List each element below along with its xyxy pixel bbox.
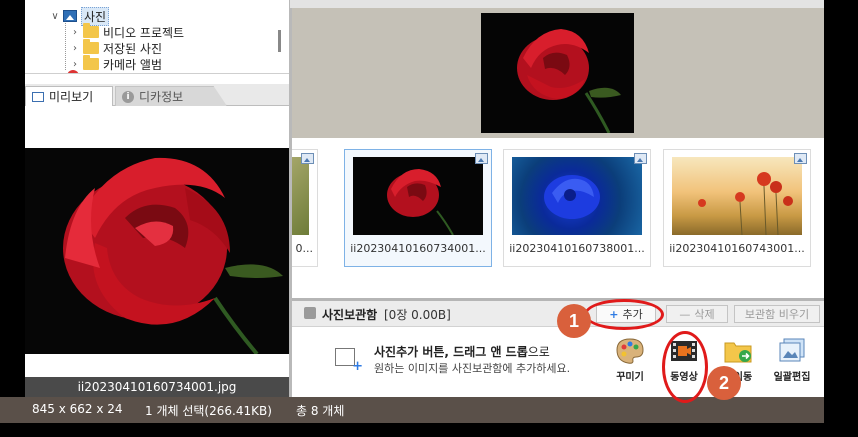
annotation-highlight-video bbox=[662, 331, 708, 403]
add-photo-icon bbox=[335, 348, 363, 374]
rose-photo bbox=[63, 157, 283, 354]
thumbnail-item[interactable]: ii20230410160743001... bbox=[663, 149, 811, 267]
folder-icon bbox=[83, 23, 99, 38]
tab-label: 디카정보 bbox=[139, 90, 184, 104]
delete-button[interactable]: — 삭제 bbox=[666, 305, 728, 323]
thumbnail-item-partial[interactable]: 0... bbox=[292, 149, 318, 267]
album-count: [0장 0.00B] bbox=[384, 308, 451, 322]
drop-hint-bold: 사진추가 버튼, 드래그 앤 드롭 bbox=[374, 345, 528, 359]
annotation-step-2: 2 bbox=[707, 366, 741, 400]
folder-icon bbox=[83, 39, 99, 54]
preview-image bbox=[25, 148, 289, 354]
image-type-icon bbox=[634, 153, 647, 164]
status-dimensions: 845 x 662 x 24 bbox=[32, 402, 123, 416]
status-selection: 1 개체 선택(266.41KB) bbox=[145, 404, 272, 418]
album-title: 사진보관함 bbox=[322, 308, 378, 322]
tab-camera-info[interactable]: i 디카정보 bbox=[115, 86, 227, 106]
thumbnail-item[interactable]: ii20230410160738001... bbox=[503, 149, 651, 267]
image-type-icon bbox=[301, 153, 314, 164]
thumbnail-image bbox=[672, 157, 802, 235]
annotation-step-1: 1 bbox=[557, 304, 591, 338]
preview-filename: ii20230410160734001.jpg bbox=[25, 377, 289, 397]
thumbnail-image bbox=[292, 157, 309, 235]
preview-tabs: 미리보기 i 디카정보 bbox=[25, 84, 289, 106]
preview-icon bbox=[32, 91, 44, 102]
batch-edit-button[interactable]: 일괄편집 bbox=[770, 337, 814, 383]
chevron-down-icon[interactable]: ∨ bbox=[49, 11, 61, 22]
top-strip bbox=[290, 0, 824, 8]
decorate-button[interactable]: 꾸미기 bbox=[608, 337, 652, 383]
tree-item-label: 비디오 프로젝트 bbox=[103, 25, 185, 40]
preview-pane bbox=[25, 106, 289, 376]
thumbnail-image bbox=[353, 157, 483, 235]
drop-hint-line2: 원하는 이미지를 사진보관함에 추가하세요. bbox=[374, 362, 571, 375]
annotation-highlight-add bbox=[584, 299, 664, 330]
large-view-photo bbox=[481, 13, 634, 133]
chevron-right-icon[interactable]: › bbox=[69, 27, 81, 38]
drop-hint-line1: 사진추가 버튼, 드래그 앤 드롭으로 bbox=[374, 343, 550, 360]
info-icon: i bbox=[122, 90, 134, 103]
move-folder-icon bbox=[723, 337, 753, 365]
window-edge bbox=[824, 0, 858, 437]
thumbnail-caption: ii20230410160743001... bbox=[669, 242, 805, 255]
thumbnail-image bbox=[512, 157, 642, 235]
tool-label: 일괄편집 bbox=[773, 372, 811, 383]
thumbnail-caption: 0... bbox=[295, 242, 314, 255]
tab-preview[interactable]: 미리보기 bbox=[25, 86, 113, 106]
tool-label: 꾸미기 bbox=[616, 372, 644, 383]
thumbnail-item[interactable]: ii20230410160734001... bbox=[344, 149, 492, 267]
tree-scrollbar[interactable] bbox=[278, 30, 281, 52]
batch-edit-icon bbox=[777, 337, 807, 365]
left-panel: ∨ 사진 › 비디오 프로젝트 › 저장된 사진 › 카메라 앨범 미리보기 i bbox=[25, 0, 289, 397]
folder-icon bbox=[83, 55, 99, 70]
tree-item-label: 카메라 앨범 bbox=[103, 57, 163, 72]
album-icon bbox=[304, 307, 316, 319]
tree-item-saved-photos[interactable]: › 저장된 사진 bbox=[69, 39, 163, 56]
palette-icon bbox=[615, 337, 645, 365]
tree-item-photos[interactable]: ∨ 사진 bbox=[49, 6, 110, 26]
image-type-icon bbox=[475, 153, 488, 164]
image-type-icon bbox=[794, 153, 807, 164]
album-tool-area: 사진추가 버튼, 드래그 앤 드롭으로 원하는 이미지를 사진보관함에 추가하세… bbox=[292, 327, 824, 397]
chevron-right-icon[interactable]: › bbox=[69, 59, 81, 70]
drop-hint-tail: 으로 bbox=[527, 345, 550, 359]
minus-icon: — bbox=[679, 307, 691, 321]
status-total: 총 8 개체 bbox=[296, 404, 345, 418]
folder-tree: ∨ 사진 › 비디오 프로젝트 › 저장된 사진 › 카메라 앨범 bbox=[25, 0, 289, 74]
delete-button-label: 삭제 bbox=[694, 308, 715, 321]
chevron-right-icon[interactable]: › bbox=[69, 43, 81, 54]
tab-label: 미리보기 bbox=[49, 90, 94, 104]
thumbnail-grid: 0... ii20230410160734001... ii2023041016… bbox=[292, 138, 824, 298]
clear-album-button[interactable]: 보관함 비우기 bbox=[734, 305, 820, 323]
tree-item-video-project[interactable]: › 비디오 프로젝트 bbox=[69, 23, 185, 40]
thumbnail-caption: ii20230410160734001... bbox=[350, 242, 486, 255]
thumbnail-caption: ii20230410160738001... bbox=[509, 242, 645, 255]
status-bar: 845 x 662 x 24 1 개체 선택(266.41KB) 총 8 개체 bbox=[0, 397, 824, 423]
tree-item-camera-album[interactable]: › 카메라 앨범 bbox=[69, 55, 163, 72]
picture-folder-icon bbox=[63, 10, 77, 22]
tree-item-label: 저장된 사진 bbox=[103, 41, 163, 56]
